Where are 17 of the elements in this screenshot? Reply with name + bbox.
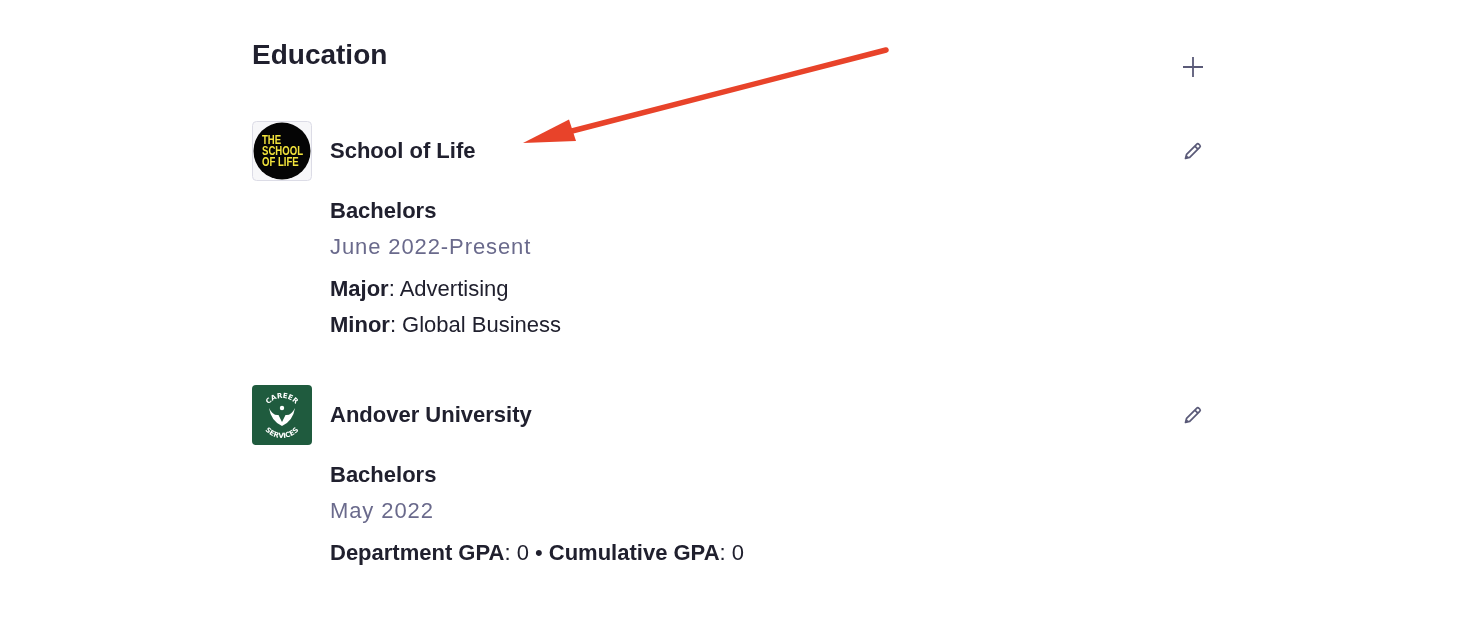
school-name: Andover University [330,401,532,429]
plus-icon [1182,56,1204,78]
detail-text: Major: Advertising [330,275,509,303]
detail-text: Department GPA: 0 • Cumulative GPA: 0 [330,539,744,567]
degree-text: Bachelors [330,461,437,489]
section-title: Education [252,38,388,72]
edit-button[interactable] [1182,404,1204,426]
date-text: June 2022-Present [330,233,532,261]
add-button[interactable] [1182,56,1204,78]
degree-text: Bachelors [330,197,437,225]
detail-text: Minor: Global Business [330,311,562,339]
pencil-icon [1182,140,1204,162]
pencil-icon [1182,404,1204,426]
bird-icon [269,405,295,426]
school-name: School of Life [330,137,476,165]
date-text: May 2022 [330,497,434,525]
edit-button[interactable] [1182,140,1204,162]
